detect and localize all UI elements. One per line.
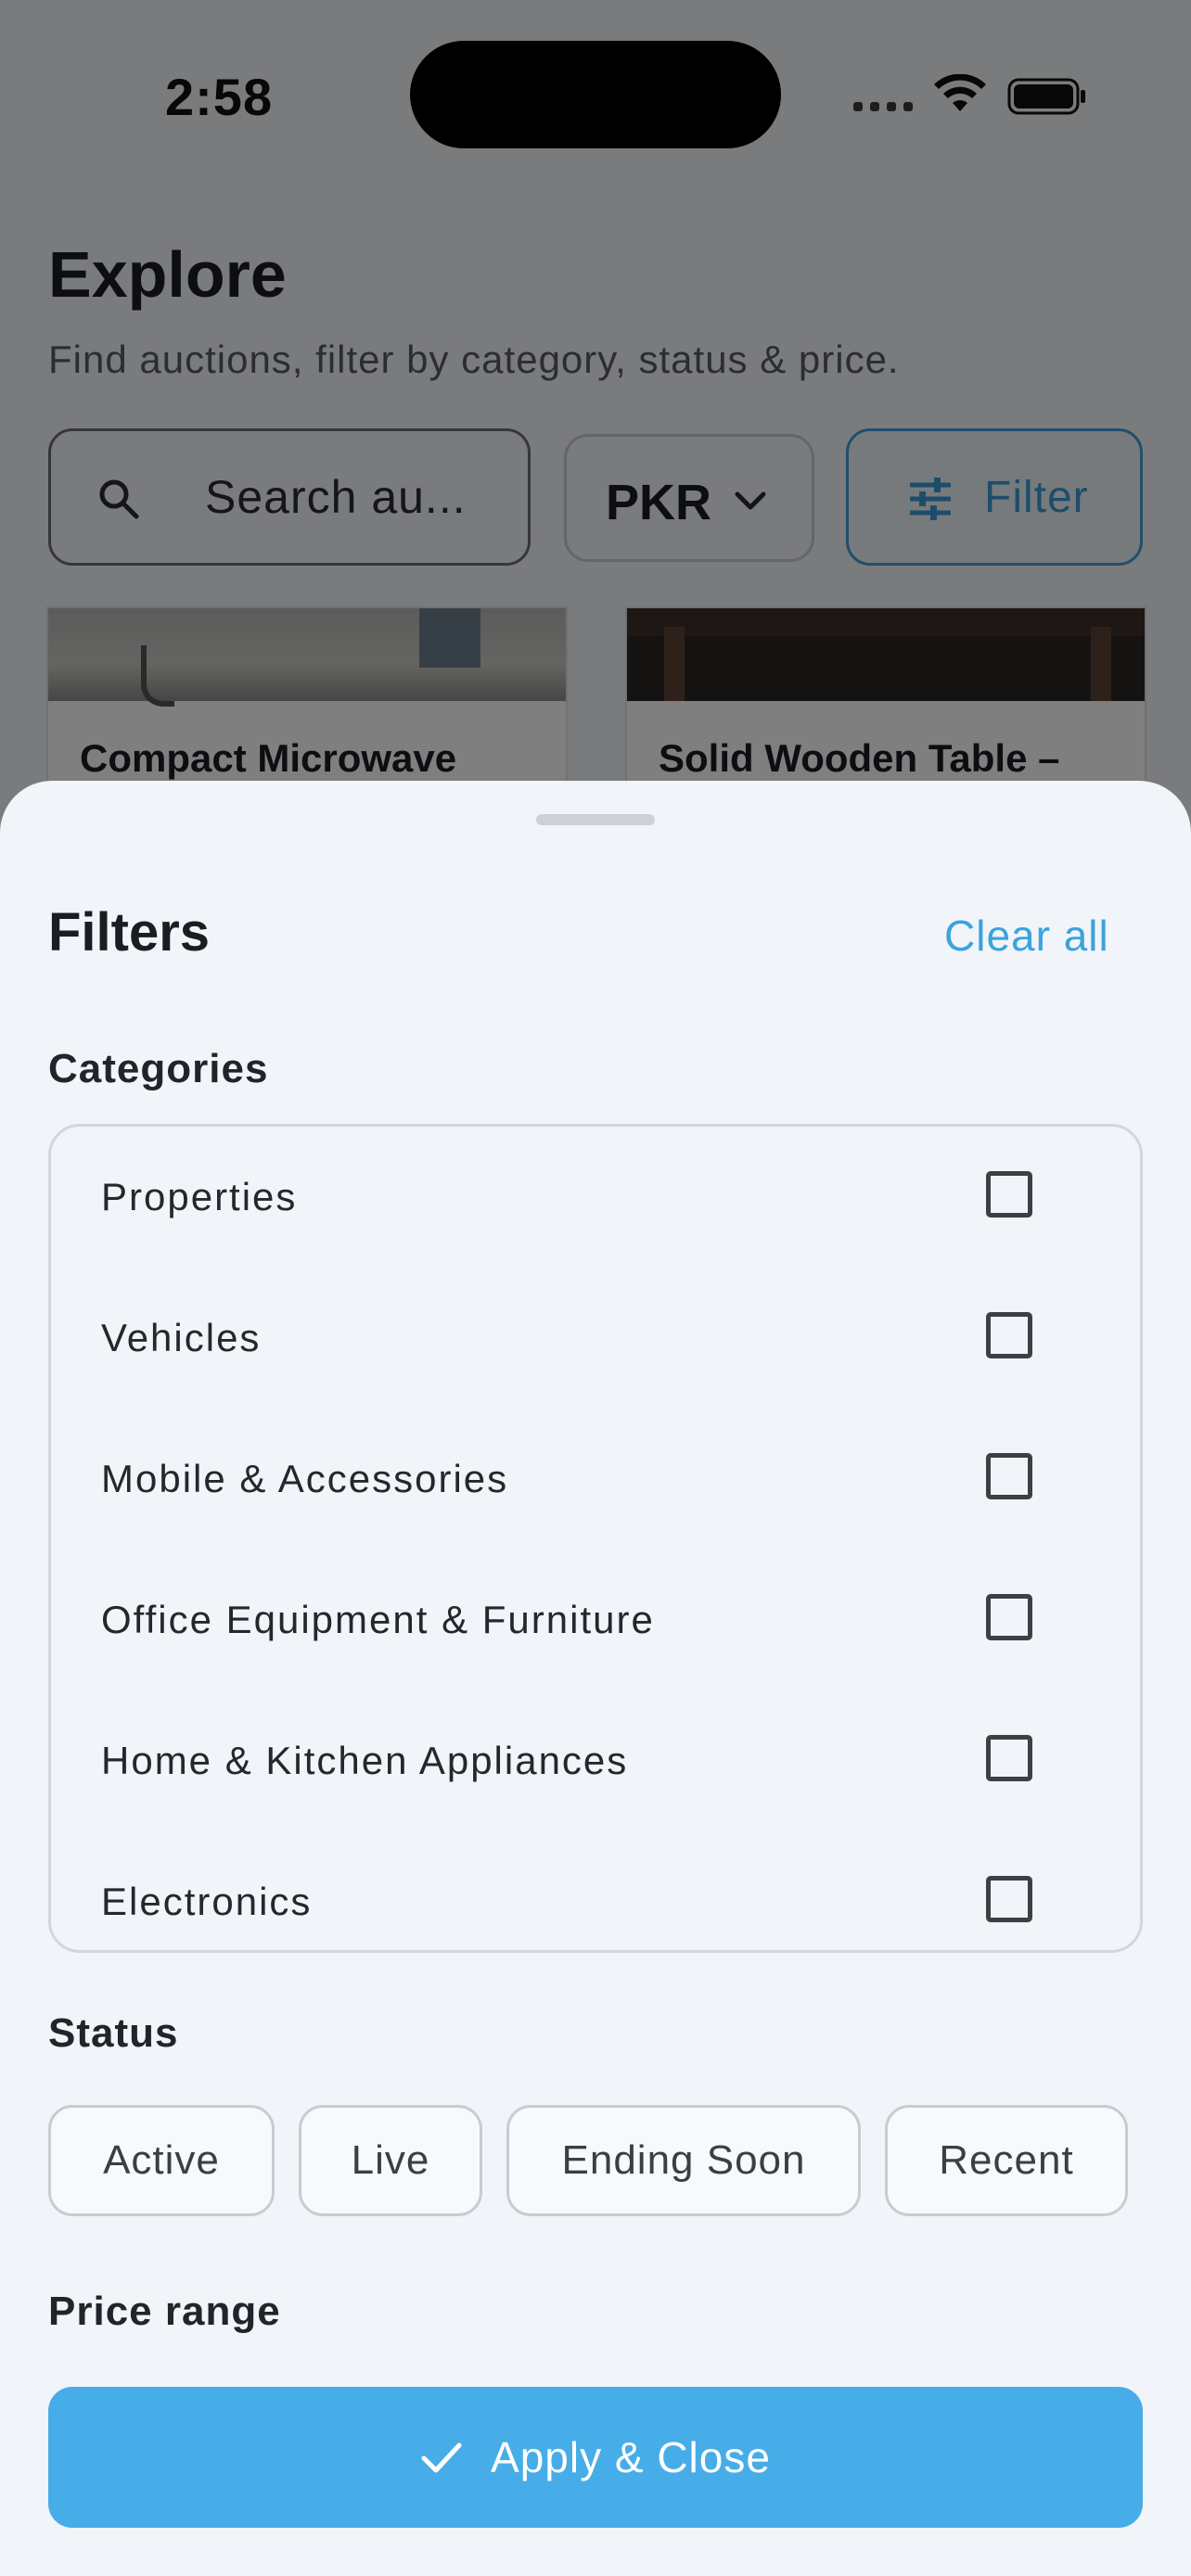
category-label: Home & Kitchen Appliances xyxy=(101,1739,629,1782)
check-icon xyxy=(421,2442,462,2473)
category-checkbox[interactable] xyxy=(986,1594,1032,1640)
category-label: Office Equipment & Furniture xyxy=(101,1598,655,1641)
status-chip-active[interactable]: Active xyxy=(48,2105,275,2216)
category-label: Properties xyxy=(101,1175,298,1218)
category-item-properties[interactable]: Properties xyxy=(51,1127,1140,1268)
category-checkbox[interactable] xyxy=(986,1453,1032,1499)
status-chip-ending-soon[interactable]: Ending Soon xyxy=(506,2105,861,2216)
apply-close-label: Apply & Close xyxy=(491,2433,771,2481)
filters-title: Filters xyxy=(48,902,211,963)
category-item-office-equipment[interactable]: Office Equipment & Furniture xyxy=(51,1549,1140,1690)
filters-sheet: Filters Clear all Categories Properties … xyxy=(0,781,1191,2576)
category-checkbox[interactable] xyxy=(986,1312,1032,1358)
price-range-heading: Price range xyxy=(48,2289,281,2334)
category-item-home-kitchen[interactable]: Home & Kitchen Appliances xyxy=(51,1690,1140,1831)
category-label: Electronics xyxy=(101,1880,313,1923)
category-checkbox[interactable] xyxy=(986,1171,1032,1218)
category-label: Vehicles xyxy=(101,1316,262,1359)
status-chip-recent[interactable]: Recent xyxy=(885,2105,1128,2216)
category-checkbox[interactable] xyxy=(986,1735,1032,1781)
drag-handle[interactable] xyxy=(536,814,655,825)
category-list[interactable]: Properties Vehicles Mobile & Accessories… xyxy=(48,1124,1143,1953)
categories-heading: Categories xyxy=(48,1046,269,1091)
category-item-mobile-accessories[interactable]: Mobile & Accessories xyxy=(51,1409,1140,1549)
category-item-electronics[interactable]: Electronics xyxy=(51,1831,1140,1950)
apply-close-button[interactable]: Apply & Close xyxy=(48,2387,1143,2528)
status-heading: Status xyxy=(48,2010,179,2056)
clear-all-button[interactable]: Clear all xyxy=(944,911,1109,961)
category-label: Mobile & Accessories xyxy=(101,1457,509,1500)
category-item-vehicles[interactable]: Vehicles xyxy=(51,1268,1140,1409)
category-checkbox[interactable] xyxy=(986,1876,1032,1922)
status-chip-live[interactable]: Live xyxy=(299,2105,482,2216)
